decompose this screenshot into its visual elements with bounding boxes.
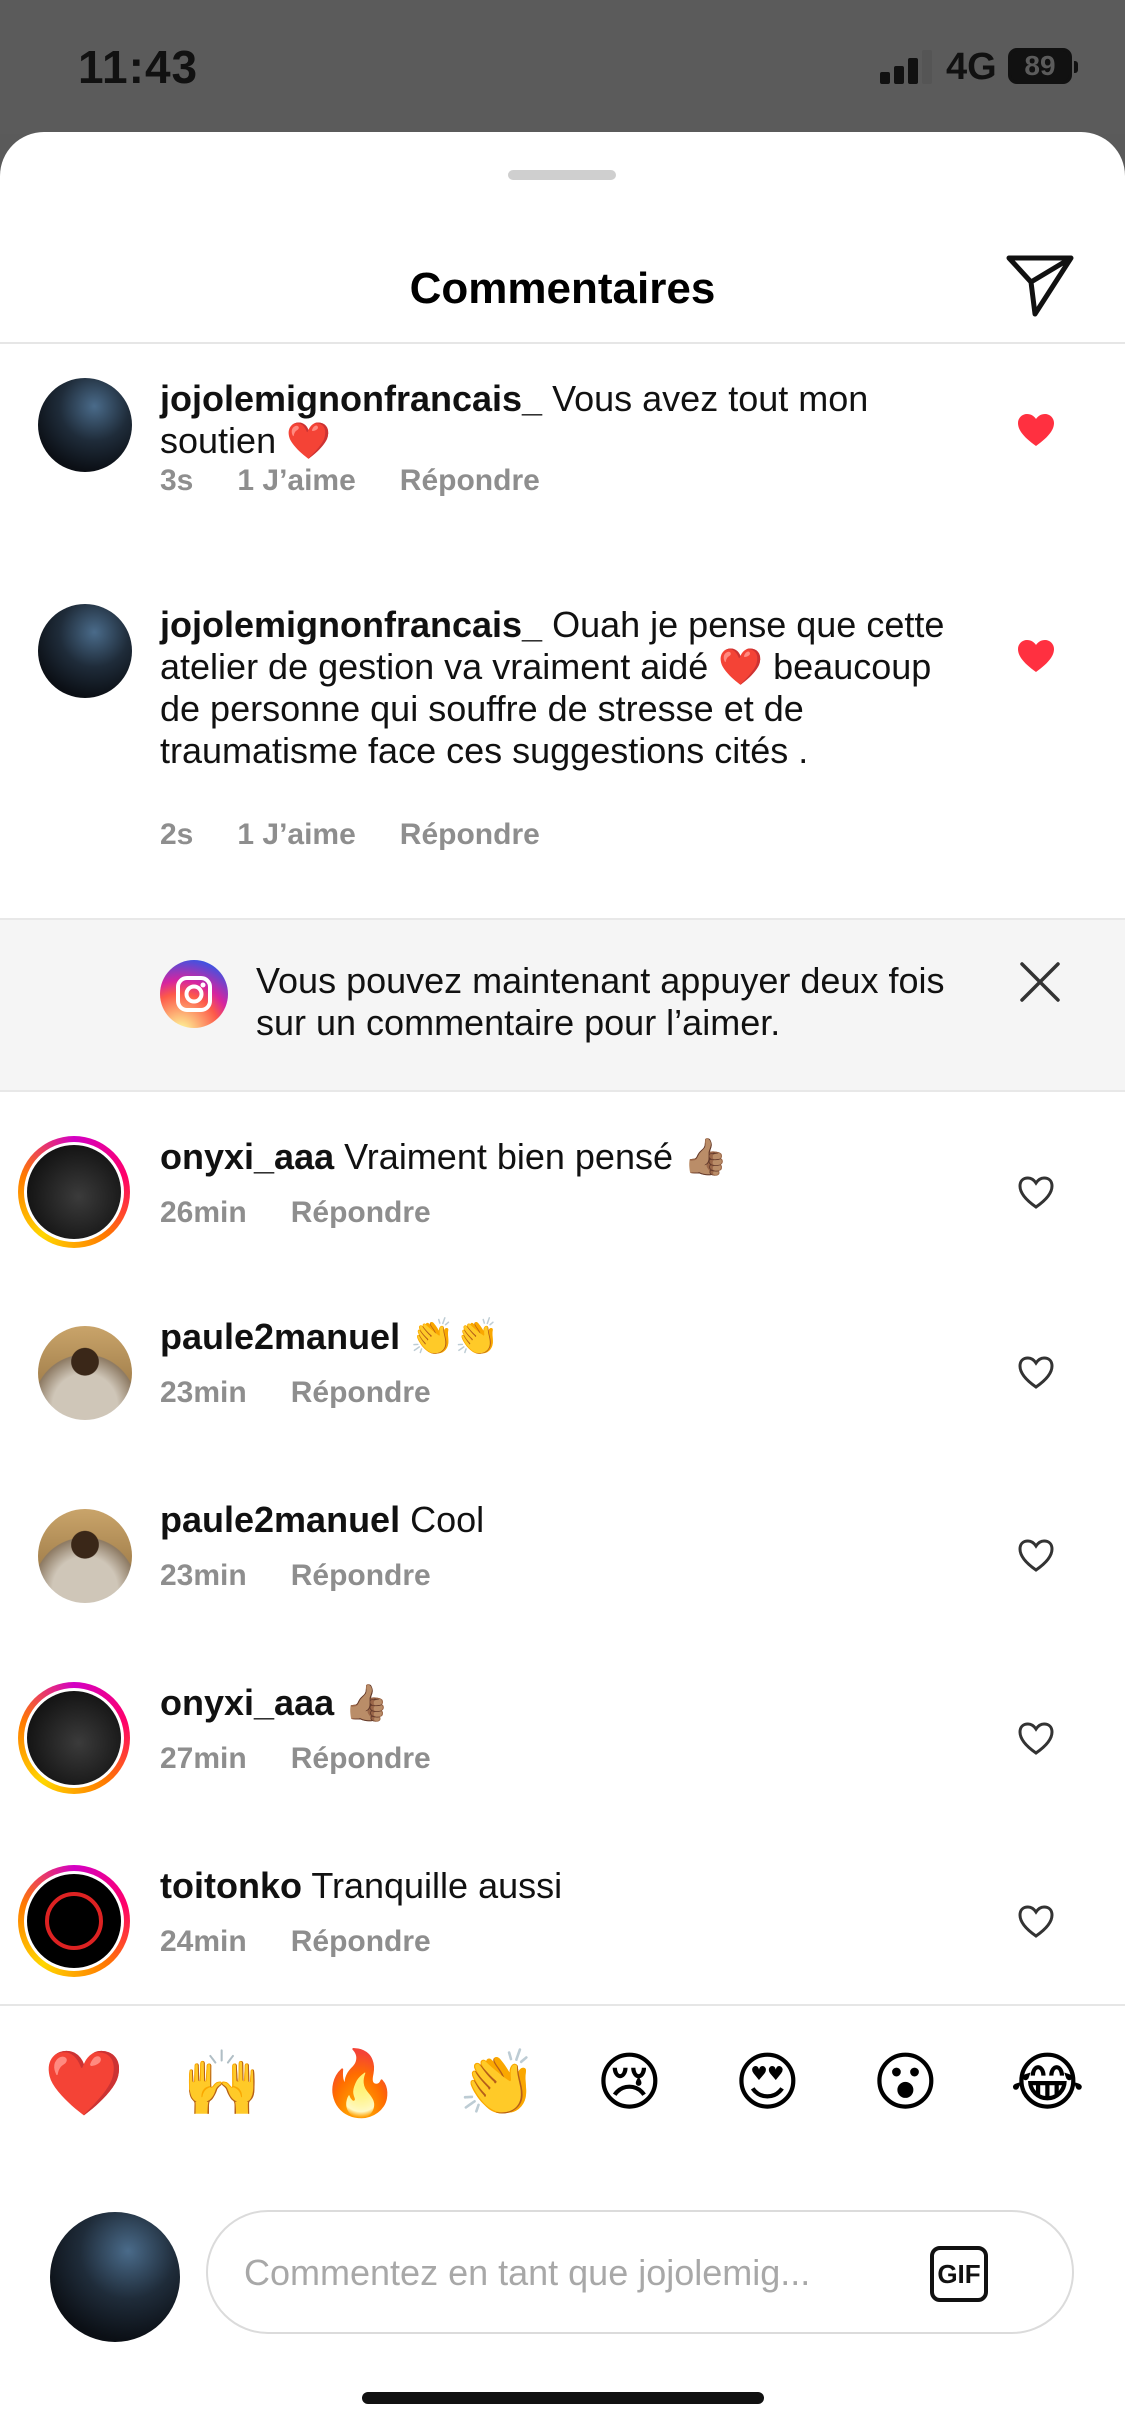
- emoji-quick-bar: ❤️ 🙌 🔥 👏 😢 😍 😮 😂: [0, 2004, 1125, 2166]
- comment-text: Vraiment bien pensé 👍🏽: [334, 1136, 728, 1177]
- comment-item[interactable]: onyxi_aaa Vraiment bien pensé 👍🏽 26min Ré…: [0, 1136, 1125, 1256]
- comment-username[interactable]: paule2manuel: [160, 1316, 400, 1357]
- comments-sheet: Commentaires jojolemignonfrancais_ Vous …: [0, 132, 1125, 2436]
- instagram-icon: [160, 960, 228, 1028]
- battery-icon: 89: [1008, 48, 1078, 84]
- page-title: Commentaires: [409, 264, 716, 313]
- emoji-heart-eyes[interactable]: 😍: [734, 2046, 801, 2120]
- sheet-grabber[interactable]: [508, 170, 616, 180]
- network-type: 4G: [946, 46, 997, 88]
- comment-placeholder: Commentez en tant que jojolemig...: [244, 2252, 811, 2293]
- status-bar: 11:43 4G 89: [0, 0, 1125, 134]
- heart-filled-icon[interactable]: [1018, 640, 1054, 674]
- comment-username[interactable]: jojolemignonfrancais_: [160, 604, 542, 645]
- emoji-clap[interactable]: 👏: [458, 2046, 538, 2121]
- heart-outline-icon[interactable]: [1018, 1176, 1054, 1210]
- comment-item[interactable]: jojolemignonfrancais_ Ouah je pense que …: [0, 604, 1125, 851]
- story-ring[interactable]: [18, 1136, 130, 1248]
- tip-text: Vous pouvez maintenant appuyer deux fois…: [256, 960, 945, 1043]
- signal-icon: [880, 48, 936, 84]
- avatar[interactable]: [38, 604, 132, 698]
- comment-time: 24min: [160, 1925, 247, 1958]
- avatar[interactable]: [27, 1145, 121, 1239]
- reply-button[interactable]: Répondre: [291, 1742, 431, 1775]
- reply-button[interactable]: Répondre: [400, 818, 540, 851]
- comment-time: 3s: [160, 464, 194, 497]
- comment-input[interactable]: Commentez en tant que jojolemig... GIF: [206, 2210, 1074, 2334]
- emoji-laugh[interactable]: 😂: [1010, 2046, 1085, 2120]
- comment-text: 👏👏: [400, 1316, 500, 1357]
- heart-filled-icon[interactable]: [1018, 414, 1054, 448]
- like-count[interactable]: 1 J’aime: [237, 818, 355, 851]
- emoji-fire[interactable]: 🔥: [320, 2046, 400, 2121]
- sheet-header: Commentaires: [0, 212, 1125, 344]
- comment-username[interactable]: onyxi_aaa: [160, 1682, 334, 1723]
- gif-button[interactable]: GIF: [930, 2246, 988, 2302]
- comment-username[interactable]: jojolemignonfrancais_: [160, 378, 542, 419]
- home-indicator: [362, 2392, 764, 2404]
- emoji-heart[interactable]: ❤️: [44, 2046, 124, 2121]
- comment-time: 23min: [160, 1559, 247, 1592]
- my-avatar: [50, 2212, 180, 2342]
- comment-composer: Commentez en tant que jojolemig... GIF: [0, 2162, 1125, 2362]
- comment-time: 27min: [160, 1742, 247, 1775]
- comment-text: Cool: [400, 1499, 485, 1540]
- story-ring[interactable]: [18, 1682, 130, 1794]
- comment-item[interactable]: jojolemignonfrancais_ Vous avez tout mon…: [0, 378, 1125, 518]
- heart-outline-icon[interactable]: [1018, 1356, 1054, 1390]
- avatar[interactable]: [27, 1691, 121, 1785]
- comment-text: Tranquille aussi: [301, 1865, 563, 1906]
- comment-item[interactable]: paule2manuel 👏👏 23min Répondre: [0, 1316, 1125, 1436]
- comment-item[interactable]: paule2manuel Cool 23min Répondre: [0, 1499, 1125, 1619]
- emoji-cry[interactable]: 😢: [596, 2046, 663, 2120]
- heart-outline-icon[interactable]: [1018, 1905, 1054, 1939]
- reply-button[interactable]: Répondre: [400, 464, 540, 497]
- comment-username[interactable]: paule2manuel: [160, 1499, 400, 1540]
- avatar[interactable]: [27, 1874, 121, 1968]
- comment-item[interactable]: onyxi_aaa 👍🏽 27min Répondre: [0, 1682, 1125, 1802]
- close-icon[interactable]: [1018, 960, 1062, 1004]
- avatar[interactable]: [38, 378, 132, 472]
- paper-plane-icon[interactable]: [1005, 252, 1075, 318]
- status-time: 11:43: [78, 41, 199, 93]
- reply-button[interactable]: Répondre: [291, 1196, 431, 1229]
- comment-username[interactable]: onyxi_aaa: [160, 1136, 334, 1177]
- comment-time: 2s: [160, 818, 194, 851]
- reply-button[interactable]: Répondre: [291, 1559, 431, 1592]
- reply-button[interactable]: Répondre: [291, 1925, 431, 1958]
- avatar[interactable]: [38, 1326, 132, 1420]
- comment-time: 26min: [160, 1196, 247, 1229]
- reply-button[interactable]: Répondre: [291, 1376, 431, 1409]
- comment-item[interactable]: toitonko Tranquille aussi 24min Répondre: [0, 1865, 1125, 1985]
- comment-username[interactable]: toitonko: [160, 1865, 302, 1906]
- story-ring[interactable]: [18, 1865, 130, 1977]
- like-count[interactable]: 1 J’aime: [237, 464, 355, 497]
- avatar[interactable]: [38, 1509, 132, 1603]
- comment-text: 👍🏽: [334, 1682, 389, 1723]
- heart-outline-icon[interactable]: [1018, 1539, 1054, 1573]
- double-tap-tip: Vous pouvez maintenant appuyer deux fois…: [0, 918, 1125, 1092]
- heart-outline-icon[interactable]: [1018, 1722, 1054, 1756]
- comment-time: 23min: [160, 1376, 247, 1409]
- emoji-surprised[interactable]: 😮: [872, 2046, 939, 2120]
- emoji-raised-hands[interactable]: 🙌: [182, 2046, 262, 2121]
